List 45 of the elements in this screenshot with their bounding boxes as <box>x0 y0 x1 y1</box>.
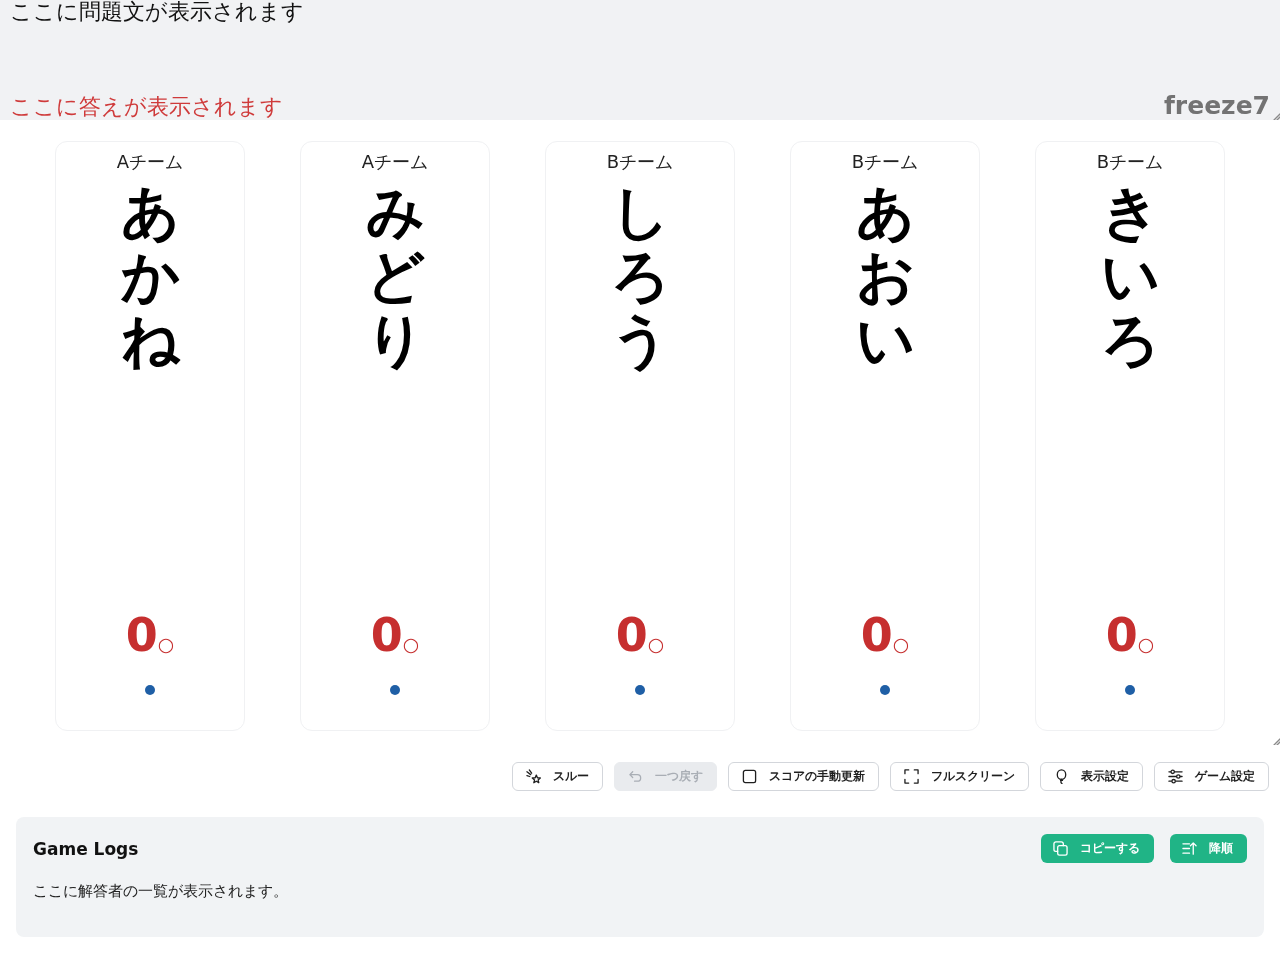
player-name: みどり <box>366 181 424 373</box>
toolbar-button[interactable]: スコアの手動更新 <box>728 762 879 791</box>
status-dot-icon <box>880 685 890 695</box>
team-label: Bチーム <box>851 151 919 173</box>
correct-mark: ○ <box>1137 634 1155 654</box>
score-value: 0 <box>860 611 893 659</box>
team-label: Bチーム <box>606 151 674 173</box>
square-icon <box>742 769 757 784</box>
answer-text: ここに答えが表示されます <box>10 94 283 120</box>
sparkle-star-icon <box>526 769 541 784</box>
correct-mark: ○ <box>647 634 665 654</box>
player-name: きいろ <box>1101 181 1159 373</box>
undo-icon <box>628 769 643 784</box>
team-label: Bチーム <box>1096 151 1164 173</box>
resize-handle-icon <box>1272 112 1280 120</box>
resize-handle-icon <box>1272 737 1280 745</box>
score-value: 0 <box>615 611 648 659</box>
status-dot-icon <box>390 685 400 695</box>
toolbar-button[interactable]: スルー <box>512 762 603 791</box>
player-name: しろう <box>611 181 669 373</box>
rule-name-label: freeze7 <box>1163 92 1270 120</box>
logs-title: Game Logs <box>33 838 139 859</box>
team-label: Aチーム <box>116 151 184 173</box>
score-value: 0 <box>370 611 403 659</box>
score-value: 0 <box>125 611 158 659</box>
status-dot-icon <box>145 685 155 695</box>
correct-mark: ○ <box>892 634 910 654</box>
correct-mark: ○ <box>402 634 420 654</box>
score-value: 0 <box>1105 611 1138 659</box>
player-name: あかね <box>121 181 179 373</box>
correct-mark: ○ <box>157 634 175 654</box>
sort-icon <box>1182 841 1197 856</box>
toolbar-button[interactable]: 表示設定 <box>1040 762 1143 791</box>
copy-icon <box>1053 841 1068 856</box>
logs-empty-text: ここに解答者の一覧が表示されます。 <box>33 881 289 901</box>
status-dot-icon <box>1125 685 1135 695</box>
status-dot-icon <box>635 685 645 695</box>
team-label: Aチーム <box>361 151 429 173</box>
question-text: ここに問題文が表示されます <box>10 0 304 24</box>
balloon-icon <box>1054 769 1069 784</box>
sliders-icon <box>1168 769 1183 784</box>
player-name: あおい <box>856 181 914 373</box>
toolbar-button[interactable]: ゲーム設定 <box>1154 762 1269 791</box>
fullscreen-icon <box>904 769 919 784</box>
toolbar-button[interactable]: フルスクリーン <box>890 762 1029 791</box>
